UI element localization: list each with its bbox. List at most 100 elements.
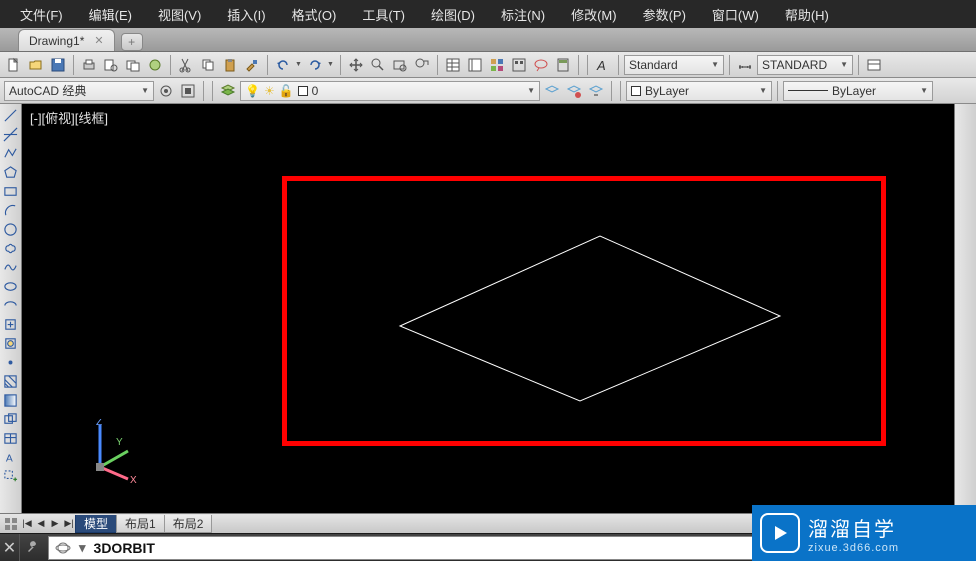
zoom-realtime-icon[interactable] bbox=[368, 55, 388, 75]
publish-icon[interactable] bbox=[123, 55, 143, 75]
layer-previous-icon[interactable] bbox=[586, 81, 606, 101]
new-file-icon[interactable] bbox=[4, 55, 24, 75]
markup-set-icon[interactable] bbox=[531, 55, 551, 75]
layer-isolate-icon[interactable] bbox=[564, 81, 584, 101]
menu-params[interactable]: 参数(P) bbox=[631, 1, 698, 28]
menu-dimension[interactable]: 标注(N) bbox=[489, 1, 557, 28]
match-properties-icon[interactable] bbox=[242, 55, 262, 75]
open-file-icon[interactable] bbox=[26, 55, 46, 75]
layer-properties-icon[interactable] bbox=[218, 81, 238, 101]
gradient-icon[interactable] bbox=[2, 391, 20, 409]
line-icon[interactable] bbox=[2, 106, 20, 124]
new-tab-button[interactable]: + bbox=[121, 33, 143, 51]
menu-window[interactable]: 窗口(W) bbox=[700, 1, 771, 28]
redo-dropdown[interactable]: ▼ bbox=[327, 61, 335, 68]
spline-icon[interactable] bbox=[2, 258, 20, 276]
chevron-down-icon: ▼ bbox=[141, 86, 149, 95]
arc-icon[interactable] bbox=[2, 201, 20, 219]
svg-text:Z: Z bbox=[96, 419, 102, 428]
polyline-icon[interactable] bbox=[2, 144, 20, 162]
separator bbox=[729, 55, 730, 75]
table-style-icon[interactable] bbox=[864, 55, 884, 75]
tool-palettes-icon[interactable] bbox=[487, 55, 507, 75]
add-selected-icon[interactable] bbox=[2, 467, 20, 485]
linetype-combo[interactable]: ByLayer ▼ bbox=[783, 81, 933, 101]
dim-style-icon[interactable] bbox=[735, 55, 755, 75]
tab-first-icon[interactable]: |◀ bbox=[20, 517, 34, 531]
zoom-previous-icon[interactable] bbox=[412, 55, 432, 75]
drawing-canvas[interactable]: [-][俯视][线框] Z Y X bbox=[22, 104, 954, 513]
ucs-axis-icon: Z Y X bbox=[72, 419, 142, 489]
ellipse-arc-icon[interactable] bbox=[2, 296, 20, 314]
tab-close-icon[interactable]: ✕ bbox=[94, 34, 103, 47]
polygon-icon[interactable] bbox=[2, 163, 20, 181]
undo-dropdown[interactable]: ▼ bbox=[295, 61, 303, 68]
layout-tab-model[interactable]: 模型 bbox=[75, 515, 117, 533]
workspace-settings-icon[interactable] bbox=[156, 81, 176, 101]
command-customize-icon[interactable] bbox=[20, 536, 44, 560]
layer-combo[interactable]: 💡 ☀ 🔓 0 ▼ bbox=[240, 81, 540, 101]
text-style-combo[interactable]: Standard ▼ bbox=[624, 55, 724, 75]
tab-last-icon[interactable]: ▶| bbox=[62, 517, 76, 531]
pan-icon[interactable] bbox=[346, 55, 366, 75]
table-icon[interactable] bbox=[2, 429, 20, 447]
menu-view[interactable]: 视图(V) bbox=[146, 1, 213, 28]
menu-draw[interactable]: 绘图(D) bbox=[419, 1, 487, 28]
command-close-icon[interactable]: ✕ bbox=[0, 534, 20, 561]
undo-icon[interactable] bbox=[273, 55, 293, 75]
construction-line-icon[interactable] bbox=[2, 125, 20, 143]
quickcalc-icon[interactable] bbox=[553, 55, 573, 75]
menu-format[interactable]: 格式(O) bbox=[280, 1, 349, 28]
3d-print-icon[interactable] bbox=[145, 55, 165, 75]
tab-prev-icon[interactable]: ◀ bbox=[34, 517, 48, 531]
hatch-icon[interactable] bbox=[2, 372, 20, 390]
dim-style-combo[interactable]: STANDARD ▼ bbox=[757, 55, 853, 75]
make-block-icon[interactable] bbox=[2, 334, 20, 352]
workspace-combo[interactable]: AutoCAD 经典 ▼ bbox=[4, 81, 154, 101]
sun-icon: ☀ bbox=[264, 84, 275, 98]
ellipse-icon[interactable] bbox=[2, 277, 20, 295]
text-style-icon[interactable]: A bbox=[593, 55, 613, 75]
dim-style-value: STANDARD bbox=[762, 58, 827, 72]
properties-icon[interactable] bbox=[443, 55, 463, 75]
design-center-icon[interactable] bbox=[509, 55, 529, 75]
insert-block-icon[interactable] bbox=[2, 315, 20, 333]
lock-icon: 🔓 bbox=[279, 84, 294, 98]
cut-icon[interactable] bbox=[176, 55, 196, 75]
menu-tools[interactable]: 工具(T) bbox=[350, 1, 417, 28]
circle-icon[interactable] bbox=[2, 220, 20, 238]
toolbar-workspace-layers: AutoCAD 经典 ▼ 💡 ☀ 🔓 0 ▼ ByLayer ▼ ByLayer… bbox=[0, 78, 976, 104]
menu-help[interactable]: 帮助(H) bbox=[773, 1, 841, 28]
tab-next-icon[interactable]: ▶ bbox=[48, 517, 62, 531]
viewport-label[interactable]: [-][俯视][线框] bbox=[30, 108, 108, 127]
watermark-text: 溜溜自学 zixue.3d66.com bbox=[808, 513, 899, 554]
zoom-window-icon[interactable] bbox=[390, 55, 410, 75]
menu-insert[interactable]: 插入(I) bbox=[215, 1, 277, 28]
redo-icon[interactable] bbox=[305, 55, 325, 75]
quick-view-layouts-icon[interactable] bbox=[2, 516, 20, 532]
separator bbox=[777, 81, 778, 101]
copy-icon[interactable] bbox=[198, 55, 218, 75]
paste-icon[interactable] bbox=[220, 55, 240, 75]
layout-tab-layout2[interactable]: 布局2 bbox=[164, 515, 213, 533]
layer-states-icon[interactable] bbox=[542, 81, 562, 101]
print-preview-icon[interactable] bbox=[101, 55, 121, 75]
menu-file[interactable]: 文件(F) bbox=[8, 1, 75, 28]
revision-cloud-icon[interactable] bbox=[2, 239, 20, 257]
save-icon[interactable] bbox=[48, 55, 68, 75]
point-icon[interactable] bbox=[2, 353, 20, 371]
separator bbox=[203, 81, 204, 101]
svg-text:A: A bbox=[6, 453, 13, 464]
rectangle-icon[interactable] bbox=[2, 182, 20, 200]
menu-edit[interactable]: 编辑(E) bbox=[77, 1, 144, 28]
toolbar-standard: ▼ ▼ A Standard ▼ STANDARD ▼ bbox=[0, 52, 976, 78]
menu-modify[interactable]: 修改(M) bbox=[559, 1, 629, 28]
document-tab-active[interactable]: Drawing1* ✕ bbox=[18, 29, 115, 51]
print-icon[interactable] bbox=[79, 55, 99, 75]
color-combo[interactable]: ByLayer ▼ bbox=[626, 81, 772, 101]
layout-tab-layout1[interactable]: 布局1 bbox=[116, 515, 165, 533]
region-icon[interactable] bbox=[2, 410, 20, 428]
sheet-set-icon[interactable] bbox=[465, 55, 485, 75]
workspace-save-icon[interactable] bbox=[178, 81, 198, 101]
mtext-icon[interactable]: A bbox=[2, 448, 20, 466]
